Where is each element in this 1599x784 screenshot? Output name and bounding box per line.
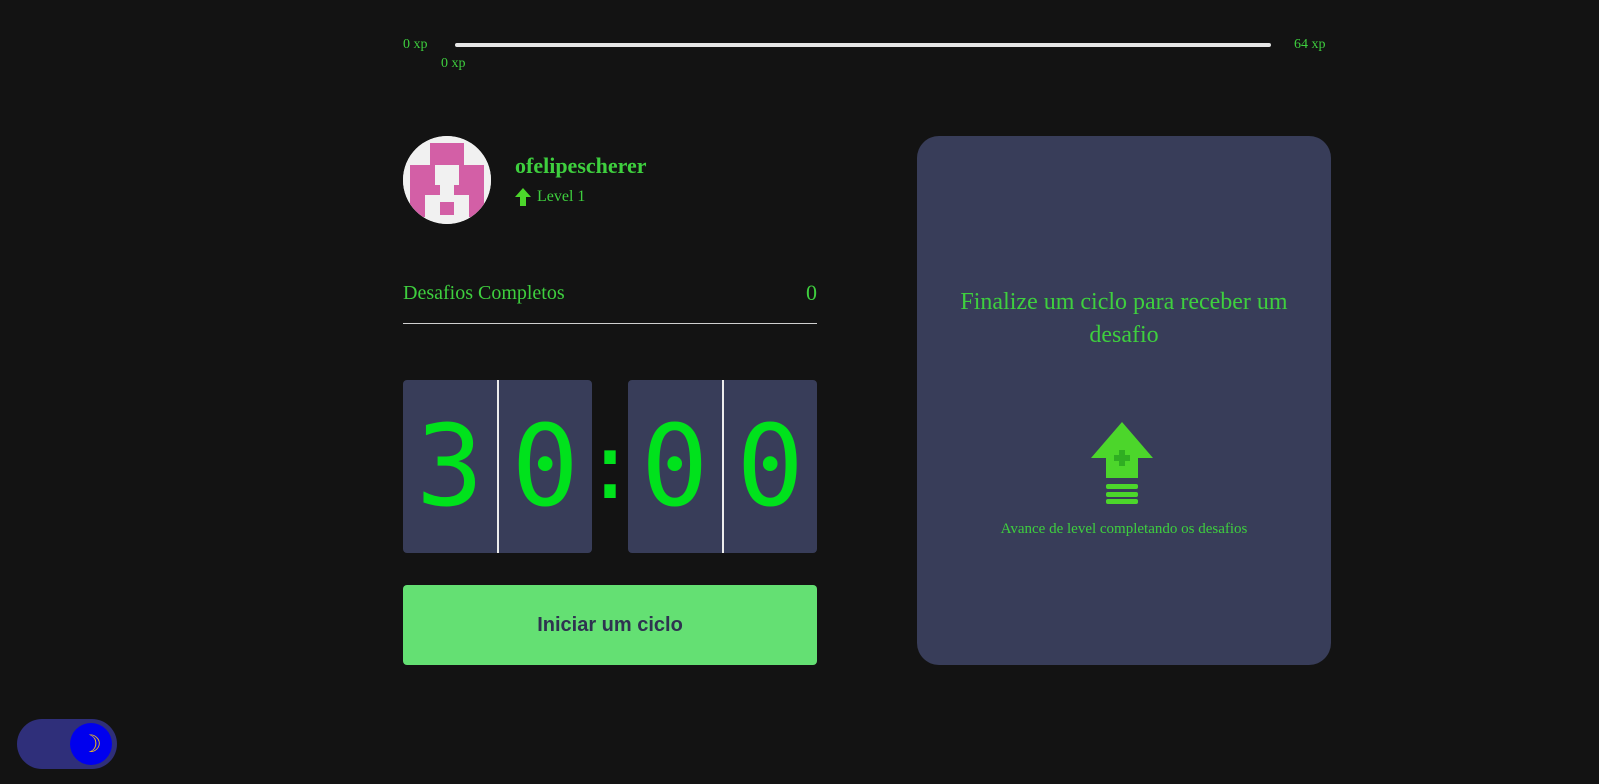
xp-current-label: 0 xp xyxy=(441,56,466,71)
xp-progress-bar xyxy=(455,43,1271,47)
challenge-panel-title: Finalize um ciclo para receber um desafi… xyxy=(960,289,1288,348)
username: ofelipescherer xyxy=(515,153,647,178)
level-label: Level 1 xyxy=(537,188,586,205)
start-cycle-button[interactable]: Iniciar um ciclo xyxy=(403,585,817,665)
completed-challenges-count: 0 xyxy=(806,280,817,305)
challenge-panel-hint: Avance de level completando os desafios xyxy=(1000,521,1248,537)
countdown-minute-tens: 3 xyxy=(416,401,484,532)
avatar xyxy=(403,136,491,224)
countdown-second-tens: 0 xyxy=(641,401,709,532)
countdown-separator: : xyxy=(582,413,638,520)
countdown-second-ones: 0 xyxy=(721,380,818,553)
countdown-minute-ones: 0 xyxy=(496,380,593,553)
countdown-seconds: 0 0 xyxy=(628,380,817,553)
countdown-minutes: 3 0 xyxy=(403,380,592,553)
pixel-avatar-icon xyxy=(403,136,491,224)
level-up-icon xyxy=(1091,422,1153,504)
xp-min-label: 0 xp xyxy=(403,37,428,52)
theme-toggle[interactable]: ☽ xyxy=(17,719,117,769)
level-up-arrow-icon xyxy=(515,188,531,206)
completed-challenges: Desafios Completos 0 xyxy=(403,278,817,324)
xp-max-label: 64 xp xyxy=(1294,37,1326,52)
completed-challenges-label: Desafios Completos xyxy=(403,282,565,304)
challenge-panel: Finalize um ciclo para receber um desafi… xyxy=(917,136,1331,665)
level-indicator: Level 1 xyxy=(515,188,585,206)
moon-icon: ☽ xyxy=(70,723,112,765)
